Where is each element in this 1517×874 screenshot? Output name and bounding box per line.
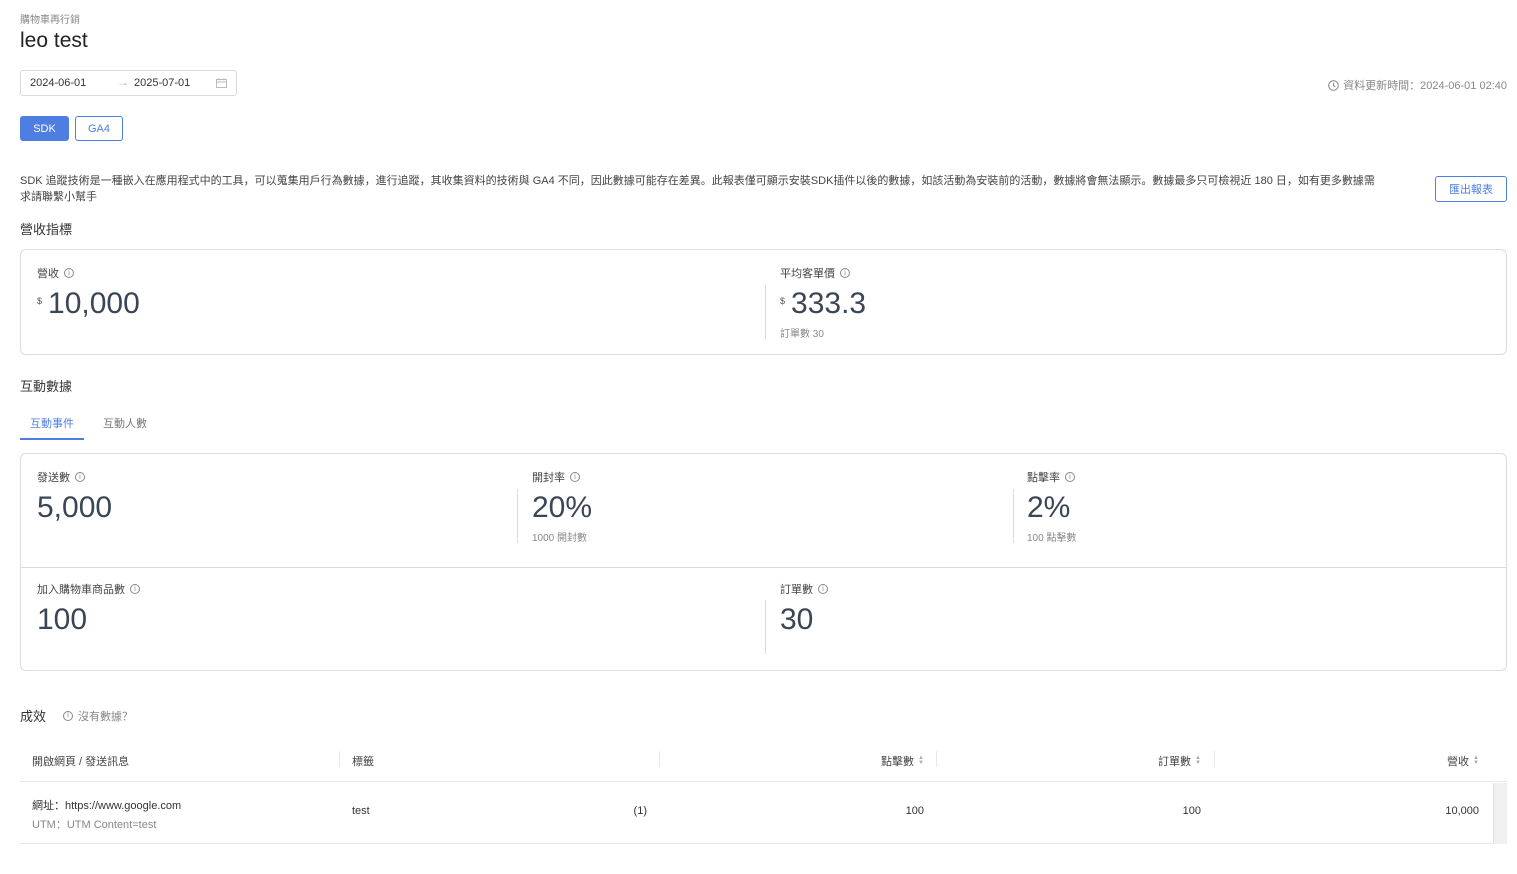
sent-value: 5,000	[37, 491, 113, 524]
sent-metric: 發送數 i 5,000	[37, 469, 112, 525]
divider	[765, 600, 766, 654]
sdk-tab-button[interactable]: SDK	[20, 116, 69, 141]
column-label: 點擊數	[881, 756, 915, 768]
revenue-card: 營收 i $10,000 平均客單價 i $333.3 訂單數 30	[20, 249, 1507, 355]
aov-value: 333.3	[791, 287, 867, 320]
clock-icon	[1328, 79, 1339, 91]
column-label: 開啟網頁 / 發送訊息	[32, 756, 130, 768]
click-rate-label: 點擊率	[1027, 472, 1060, 484]
tab-engagement-events[interactable]: 互動事件	[20, 413, 84, 440]
column-header-orders[interactable]: 訂單數 ▲ ▼	[1158, 753, 1201, 769]
engagement-section-title: 互動數據	[20, 379, 73, 394]
revenue-label: 營收	[37, 268, 59, 280]
row-utm: UTM：UTM Content=test	[32, 819, 157, 831]
aov-label: 平均客單價	[780, 268, 835, 280]
update-time: 資料更新時間：2024-06-01 02:40	[1328, 77, 1507, 93]
click-count: 100 點擊數	[1027, 533, 1077, 544]
no-data-text: 沒有數據？	[78, 710, 134, 723]
engagement-card: 發送數 i 5,000 開封率 i 20% 1000 開封數 點擊率 i 2% 100…	[20, 453, 1507, 671]
sent-label: 發送數	[37, 472, 70, 484]
column-separator	[659, 751, 660, 767]
aov-metric: 平均客單價 i $333.3 訂單數 30	[780, 265, 866, 340]
column-separator	[936, 751, 937, 767]
sort-icon[interactable]: ▲ ▼	[918, 755, 924, 766]
column-header-page: 開啟網頁 / 發送訊息	[32, 753, 129, 769]
sort-icon[interactable]: ▲ ▼	[1473, 755, 1479, 766]
ga4-tab-button[interactable]: GA4	[75, 116, 123, 141]
orders-metric: 訂單數 i 30	[780, 581, 828, 637]
export-report-button[interactable]: 匯出報表	[1435, 176, 1507, 202]
end-date-input[interactable]: 2025-07-01	[134, 77, 190, 89]
row-clicks: 100	[905, 805, 924, 817]
column-label: 訂單數	[1158, 756, 1192, 768]
column-header-revenue[interactable]: 營收 ▲ ▼	[1447, 753, 1479, 769]
divider	[1013, 489, 1014, 543]
open-count: 1000 開封數	[532, 533, 588, 544]
row-revenue: 10,000	[1445, 805, 1479, 817]
arrow-right-icon: →	[117, 75, 129, 89]
row-tag: test	[352, 805, 370, 817]
table-row: 網址：https://www.google.com UTM：UTM Conten…	[20, 782, 1507, 844]
click-rate-value: 2%	[1027, 491, 1071, 524]
info-icon[interactable]: i	[840, 268, 850, 278]
revenue-value: 10,000	[48, 287, 140, 320]
date-range-picker[interactable]: 2024-06-01 → 2025-07-01	[20, 70, 237, 96]
breadcrumb[interactable]: 購物車再行銷	[20, 11, 80, 26]
calendar-icon	[216, 78, 227, 88]
engagement-tabs: 互動事件 互動人數	[20, 413, 157, 440]
update-time-text: 資料更新時間：2024-06-01 02:40	[1343, 80, 1507, 92]
column-header-tag: 標籤	[352, 753, 374, 769]
row-tag-count[interactable]: (1)	[634, 805, 647, 817]
row-url: 網址：https://www.google.com	[32, 800, 182, 812]
revenue-metric: 營收 i $10,000	[37, 265, 140, 321]
column-label: 標籤	[352, 756, 374, 768]
aov-order-count: 訂單數 30	[780, 329, 824, 340]
add-to-cart-metric: 加入購物車商品數 i 100	[37, 581, 140, 637]
page-title: leo test	[20, 29, 88, 52]
info-icon[interactable]: i	[75, 472, 85, 482]
performance-title: 成效	[20, 709, 47, 724]
performance-header: 成效 i 沒有數據？	[20, 706, 133, 725]
tab-engaged-users[interactable]: 互動人數	[93, 413, 157, 440]
info-icon[interactable]: i	[64, 268, 74, 278]
add-to-cart-value: 100	[37, 603, 88, 636]
click-rate-metric: 點擊率 i 2% 100 點擊數	[1027, 469, 1076, 544]
divider	[517, 489, 518, 543]
table-header: 開啟網頁 / 發送訊息 標籤 點擊數 ▲ ▼ 訂單數 ▲ ▼ 營收 ▲ ▼	[20, 737, 1507, 782]
currency-symbol: $	[37, 296, 43, 306]
table-scrollbar[interactable]	[1493, 783, 1507, 844]
info-icon[interactable]: i	[570, 472, 580, 482]
divider	[765, 285, 766, 339]
orders-label: 訂單數	[780, 584, 813, 596]
sort-icon[interactable]: ▲ ▼	[1195, 755, 1201, 766]
column-label: 營收	[1447, 756, 1470, 768]
open-rate-label: 開封率	[532, 472, 565, 484]
sdk-description: SDK 追蹤技術是一種嵌入在應用程式中的工具，可以蒐集用戶行為數據，進行追蹤，其…	[20, 175, 1375, 203]
currency-symbol: $	[780, 296, 786, 306]
open-rate-value: 20%	[532, 491, 593, 524]
orders-value: 30	[780, 603, 814, 636]
info-icon[interactable]: i	[1065, 472, 1075, 482]
info-icon[interactable]: i	[818, 584, 828, 594]
no-data-help-link[interactable]: i 沒有數據？	[63, 708, 133, 724]
performance-table: 開啟網頁 / 發送訊息 標籤 點擊數 ▲ ▼ 訂單數 ▲ ▼ 營收 ▲ ▼ 網址：https…	[20, 737, 1507, 844]
column-header-clicks[interactable]: 點擊數 ▲ ▼	[881, 753, 924, 769]
divider	[21, 567, 1506, 568]
revenue-section-title: 營收指標	[20, 222, 73, 237]
row-orders: 100	[1182, 805, 1201, 817]
start-date-input[interactable]: 2024-06-01	[30, 77, 86, 89]
info-icon[interactable]: i	[130, 584, 140, 594]
column-separator	[339, 751, 340, 767]
column-separator	[1214, 751, 1215, 767]
add-to-cart-label: 加入購物車商品數	[37, 584, 125, 596]
open-rate-metric: 開封率 i 20% 1000 開封數	[532, 469, 592, 544]
info-icon: i	[63, 710, 74, 721]
